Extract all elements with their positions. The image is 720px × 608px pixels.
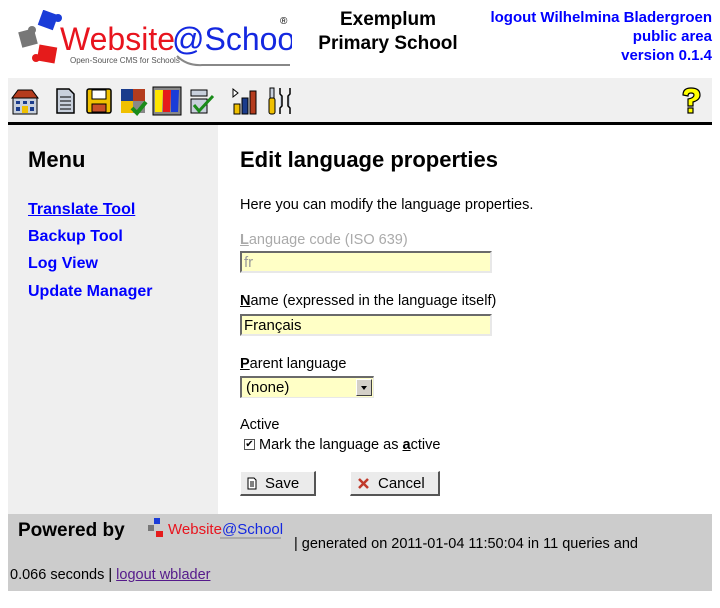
parent-language-value: (none) [246,379,290,396]
registered-mark: ® [280,16,288,27]
users-icon[interactable] [152,86,182,116]
help-icon[interactable] [676,86,706,116]
parent-language-label: Parent language [240,356,346,372]
language-code-label: Language code (ISO 639) [240,232,408,248]
puzzle-logo-icon [148,518,163,537]
cancel-button[interactable]: Cancel [350,471,440,496]
page-title: Edit language properties [240,147,498,172]
floppy-icon[interactable] [84,86,114,116]
active-label-post: ctive [410,437,441,453]
sidebar: Menu Translate Tool Backup Tool Log View… [8,125,218,514]
sidebar-item-log-view[interactable]: Log View [28,255,98,273]
header: Website @School Open-Source CMS for Scho… [8,0,712,78]
language-code-label-text: anguage code (ISO 639) [248,232,408,248]
parent-language-label-text: arent language [249,356,347,372]
name-input[interactable] [240,314,492,336]
logout-link[interactable]: logout Wilhelmina Bladergroen [490,9,712,26]
name-label: Name (expressed in the language itself) [240,293,496,309]
puzzle-icon[interactable] [118,86,148,116]
save-label: Save [265,474,300,492]
main-content: Edit language properties Here you can mo… [218,125,712,514]
version-link[interactable]: version 0.1.4 [621,47,712,64]
school-name-line2: Primary School [318,33,458,54]
language-code-input [240,251,492,273]
accesskey-a: a [402,437,411,453]
accesskey-p: P [240,356,250,372]
document-icon [247,477,257,489]
accesskey-n: N [240,293,251,309]
puzzle-logo-icon [18,10,62,64]
seconds-text: 0.066 seconds | [10,567,117,583]
active-checkbox[interactable]: ✔ [244,439,255,450]
close-icon [358,477,369,489]
document-icon[interactable] [50,86,80,116]
name-label-text: ame (expressed in the language itself) [250,293,497,309]
intro-text: Here you can modify the language propert… [240,197,534,213]
sidebar-item-backup-tool[interactable]: Backup Tool [28,228,123,246]
footer-logout-link[interactable]: logout wblader [116,567,210,583]
timing-info: 0.066 seconds | logout wblader [10,567,210,583]
school-name: Exemplum Primary School [298,8,478,56]
powered-by-label: Powered by [18,520,125,541]
cancel-label: Cancel [378,474,425,492]
footer-logo-school: @School [222,521,283,538]
generated-info: | generated on 2011-01-04 11:50:04 in 11… [294,536,638,552]
website-at-school-logo[interactable]: Website @School Open-Source CMS for Scho… [12,10,292,72]
logo-tagline: Open-Source CMS for Schools [70,56,180,65]
sidebar-item-translate-tool[interactable]: Translate Tool [28,201,135,219]
house-icon[interactable] [10,86,40,116]
active-label-pre: Mark the language as [259,437,403,453]
parent-language-select[interactable]: (none) [240,376,374,398]
public-area-link[interactable]: public area [633,28,712,45]
footer: Powered by Website @School | generated o… [8,514,712,591]
menu-title: Menu [28,147,86,172]
footer-logo[interactable]: Website @School [146,516,286,544]
checklist-icon[interactable] [186,86,216,116]
save-button[interactable]: Save [240,471,316,496]
logo-text-school: @School [172,21,292,57]
toolbar [8,78,712,125]
school-name-line1: Exemplum [339,9,437,30]
logo-text-website: Website [60,21,175,57]
accesskey-l: L [240,232,249,248]
bar-chart-icon[interactable] [230,86,260,116]
active-checkbox-label[interactable]: Mark the language as active [259,437,440,453]
active-heading: Active [240,417,280,433]
chevron-down-icon[interactable] [356,379,372,396]
tools-icon[interactable] [264,86,294,116]
footer-logo-website: Website [168,521,222,538]
sidebar-item-update-manager[interactable]: Update Manager [28,283,152,301]
user-info: logout Wilhelmina Bladergroen public are… [490,8,712,65]
